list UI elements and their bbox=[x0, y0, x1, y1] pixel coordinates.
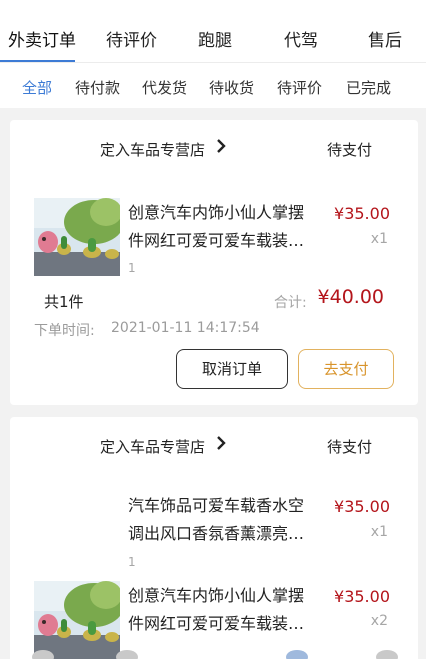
top-tab-bar: 外卖订单 待评价 跑腿 代驾 售后 bbox=[0, 0, 426, 62]
item-quantity: x2 bbox=[370, 613, 388, 629]
order-card: 定入车品专营店 待支付 汽车饰品可爱车载香水空 调出风口香氛香薰漂亮… ¥35.… bbox=[10, 417, 418, 659]
nav-home-icon[interactable] bbox=[32, 650, 54, 659]
order-total: ¥40.00 bbox=[317, 286, 384, 308]
product-name[interactable]: 创意汽车内饰小仙人掌摆 件网红可爱可爱车载装… bbox=[128, 582, 328, 638]
nav-orders-icon[interactable] bbox=[286, 650, 308, 659]
cancel-order-button[interactable]: 取消订单 bbox=[176, 349, 288, 389]
order-status: 待支付 bbox=[326, 438, 372, 456]
total-label: 合计: bbox=[274, 295, 307, 311]
cactus-ornament-image bbox=[34, 198, 120, 276]
order-card: 定入车品专营店 待支付 创意汽车内饰小仙人掌摆 件网红可爱可爱车载装… ¥35.… bbox=[10, 120, 418, 405]
cactus-ornament-image bbox=[34, 581, 120, 659]
product-thumbnail[interactable] bbox=[34, 581, 120, 659]
pay-button[interactable]: 去支付 bbox=[298, 349, 394, 389]
item-quantity: x1 bbox=[370, 231, 388, 247]
product-name[interactable]: 汽车饰品可爱车载香水空 调出风口香氛香薰漂亮… bbox=[128, 492, 328, 548]
item-count: 共1件 bbox=[44, 293, 84, 311]
tab-errand[interactable]: 跑腿 bbox=[198, 26, 232, 51]
store-name[interactable]: 定入车品专营店 bbox=[100, 139, 205, 160]
tab-to-review[interactable]: 待评价 bbox=[106, 26, 157, 51]
filter-pending-receipt[interactable]: 待收货 bbox=[209, 77, 254, 98]
item-price: ¥35.00 bbox=[334, 204, 390, 223]
chevron-right-icon[interactable] bbox=[214, 137, 228, 155]
item-quantity: x1 bbox=[370, 524, 388, 540]
order-time: 2021-01-11 14:17:54 bbox=[111, 320, 260, 336]
chevron-right-icon[interactable] bbox=[214, 434, 228, 452]
item-price: ¥35.00 bbox=[334, 587, 390, 606]
product-name[interactable]: 创意汽车内饰小仙人掌摆 件网红可爱可爱车载装… bbox=[128, 199, 328, 255]
filter-pending-shipment[interactable]: 代发货 bbox=[142, 77, 187, 98]
filter-to-review[interactable]: 待评价 bbox=[277, 77, 322, 98]
status-filter-bar: 全部 待付款 代发货 待收货 待评价 已完成 bbox=[0, 62, 426, 108]
tab-takeout-orders[interactable]: 外卖订单 bbox=[8, 26, 76, 51]
order-status: 待支付 bbox=[326, 141, 372, 159]
item-price: ¥35.00 bbox=[334, 497, 390, 516]
filter-pending-payment[interactable]: 待付款 bbox=[75, 77, 120, 98]
order-time-label: 下单时间: bbox=[34, 323, 95, 339]
nav-profile-icon[interactable] bbox=[376, 650, 398, 659]
nav-category-icon[interactable] bbox=[116, 650, 138, 659]
filter-all[interactable]: 全部 bbox=[22, 77, 52, 98]
tab-after-sales[interactable]: 售后 bbox=[368, 26, 402, 51]
tab-designated-driver[interactable]: 代驾 bbox=[284, 26, 318, 51]
item-spec: 1 bbox=[128, 261, 136, 275]
filter-completed[interactable]: 已完成 bbox=[346, 77, 391, 98]
store-name[interactable]: 定入车品专营店 bbox=[100, 436, 205, 457]
product-thumbnail[interactable] bbox=[34, 198, 120, 276]
item-spec: 1 bbox=[128, 555, 136, 569]
